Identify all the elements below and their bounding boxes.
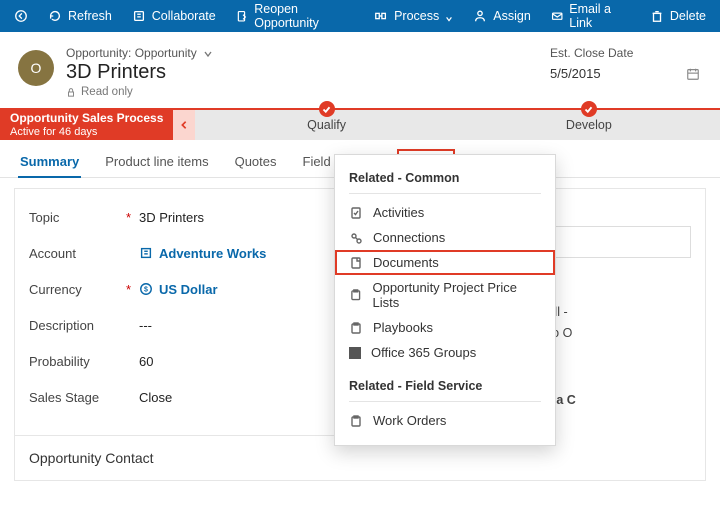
field-account-value[interactable]: Adventure Works xyxy=(159,246,266,261)
readonly-indicator: Read only xyxy=(66,86,550,98)
clipboard-icon xyxy=(349,414,363,428)
refresh-button[interactable]: Refresh xyxy=(38,0,122,32)
est-close-date-field[interactable]: Est. Close Date 5/5/2015 xyxy=(550,46,700,81)
process-bar: Opportunity Sales Process Active for 46 … xyxy=(0,108,720,140)
related-work-orders[interactable]: Work Orders xyxy=(335,408,555,433)
field-description-value: --- xyxy=(139,318,330,333)
record-header: O Opportunity: Opportunity 3D Printers R… xyxy=(0,32,720,108)
field-currency[interactable]: Currency* $ US Dollar xyxy=(29,271,330,307)
related-price-lists[interactable]: Opportunity Project Price Lists xyxy=(335,275,555,315)
o365-icon xyxy=(349,347,361,359)
collaborate-button[interactable]: Collaborate xyxy=(122,0,226,32)
email-link-button[interactable]: Email a Link xyxy=(541,0,640,32)
stage-qualify[interactable]: Qualify xyxy=(195,110,457,140)
delete-button[interactable]: Delete xyxy=(640,0,716,32)
tab-product-line-items[interactable]: Product line items xyxy=(103,150,210,177)
reopen-icon xyxy=(236,9,249,23)
tab-quotes[interactable]: Quotes xyxy=(233,150,279,177)
assign-button[interactable]: Assign xyxy=(463,0,541,32)
chevron-down-icon xyxy=(445,12,453,20)
related-documents[interactable]: Documents xyxy=(335,250,555,275)
refresh-label: Refresh xyxy=(68,9,112,23)
go-back-button[interactable] xyxy=(4,0,38,32)
refresh-icon xyxy=(48,9,62,23)
field-description[interactable]: Description --- xyxy=(29,307,330,343)
est-close-date-value: 5/5/2015 xyxy=(550,66,601,81)
svg-text:$: $ xyxy=(144,287,148,294)
reopen-button[interactable]: Reopen Opportunity xyxy=(226,0,364,32)
stage-complete-icon xyxy=(581,101,597,117)
dropdown-heading-common: Related - Common xyxy=(335,165,555,189)
related-connections[interactable]: Connections xyxy=(335,225,555,250)
section-opportunity-contact: Opportunity Contact xyxy=(15,435,344,480)
collaborate-label: Collaborate xyxy=(152,9,216,23)
related-office365-groups[interactable]: Office 365 Groups xyxy=(335,340,555,365)
stage-develop[interactable]: Develop xyxy=(458,110,720,140)
collaborate-icon xyxy=(132,9,146,23)
field-topic-value: 3D Printers xyxy=(139,210,330,225)
est-close-date-label: Est. Close Date xyxy=(550,46,700,60)
page-title: 3D Printers xyxy=(66,61,550,84)
process-collapse-button[interactable] xyxy=(173,110,195,140)
process-name-block[interactable]: Opportunity Sales Process Active for 46 … xyxy=(0,110,173,140)
tab-summary[interactable]: Summary xyxy=(18,150,81,177)
related-dropdown: Related - Common Activities Connections … xyxy=(334,154,556,446)
breadcrumb: Opportunity: Opportunity xyxy=(66,46,550,60)
process-label: Process xyxy=(394,9,439,23)
trash-icon xyxy=(650,9,664,23)
process-button[interactable]: Process xyxy=(364,0,463,32)
dropdown-heading-fieldservice: Related - Field Service xyxy=(335,373,555,397)
documents-icon xyxy=(349,256,363,270)
stage-complete-icon xyxy=(319,101,335,117)
chevron-down-icon[interactable] xyxy=(203,48,213,58)
email-label: Email a Link xyxy=(569,2,630,30)
field-sales-stage-value: Close xyxy=(139,390,330,405)
reopen-label: Reopen Opportunity xyxy=(254,2,354,30)
activities-icon xyxy=(349,206,363,220)
field-probability[interactable]: Probability 60 xyxy=(29,343,330,379)
email-icon xyxy=(551,9,563,23)
process-icon xyxy=(374,9,388,23)
chevron-back-icon xyxy=(14,9,28,23)
calendar-icon[interactable] xyxy=(686,67,700,81)
field-currency-value[interactable]: US Dollar xyxy=(159,282,218,297)
related-playbooks[interactable]: Playbooks xyxy=(335,315,555,340)
connections-icon xyxy=(349,231,363,245)
field-topic[interactable]: Topic* 3D Printers xyxy=(29,199,330,235)
field-account[interactable]: Account Adventure Works xyxy=(29,235,330,271)
assign-icon xyxy=(473,9,487,23)
avatar: O xyxy=(18,50,54,86)
related-activities[interactable]: Activities xyxy=(335,200,555,225)
account-icon xyxy=(139,246,153,260)
currency-icon: $ xyxy=(139,282,153,296)
field-sales-stage[interactable]: Sales Stage Close xyxy=(29,379,330,415)
clipboard-icon xyxy=(349,321,363,335)
field-probability-value: 60 xyxy=(139,354,330,369)
clipboard-icon xyxy=(349,288,362,302)
delete-label: Delete xyxy=(670,9,706,23)
command-bar: Refresh Collaborate Reopen Opportunity P… xyxy=(0,0,720,32)
assign-label: Assign xyxy=(493,9,531,23)
lock-icon xyxy=(66,87,76,97)
